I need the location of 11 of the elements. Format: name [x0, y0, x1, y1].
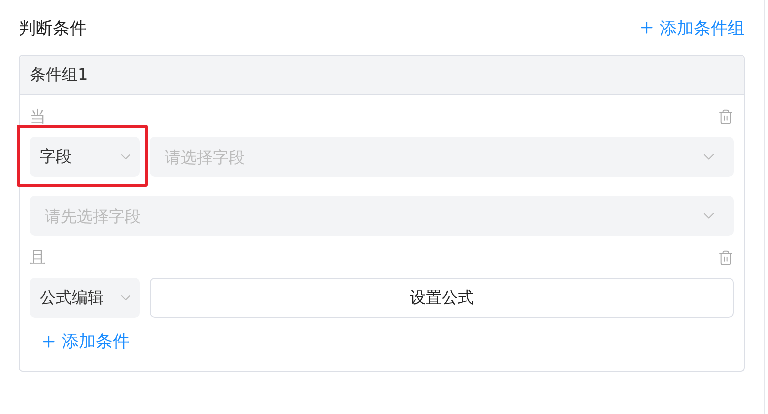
value-select[interactable]: 请先选择字段	[30, 196, 734, 236]
group-title: 条件组1	[30, 64, 88, 86]
set-formula-button[interactable]: 设置公式	[150, 278, 734, 318]
type-select[interactable]: 字段	[30, 137, 140, 177]
field-select[interactable]: 请选择字段	[150, 137, 734, 177]
trash-icon[interactable]	[718, 250, 734, 266]
connector-label: 且	[30, 248, 46, 268]
connector-label: 当	[30, 106, 46, 128]
trash-icon[interactable]	[718, 109, 734, 125]
type-select[interactable]: 公式编辑	[30, 278, 140, 318]
section-title: 判断条件	[19, 18, 87, 40]
